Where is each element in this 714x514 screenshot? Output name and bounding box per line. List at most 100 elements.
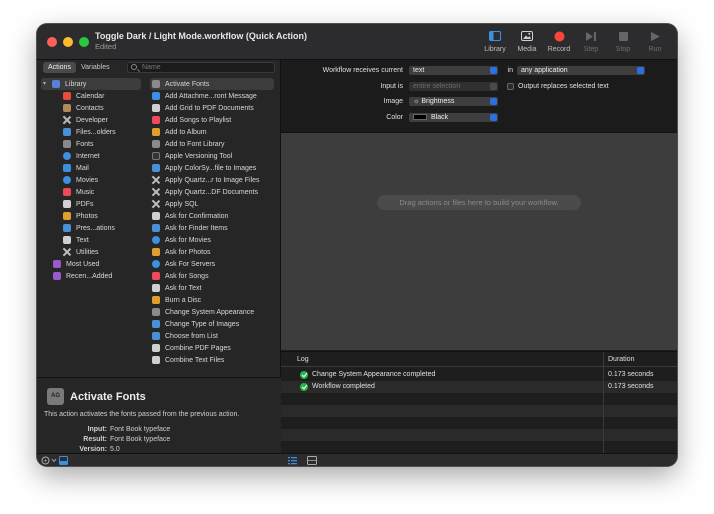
- tab-variables[interactable]: Variables: [76, 62, 115, 73]
- action-item[interactable]: Ask for Finder Items: [150, 222, 274, 234]
- stop-label: Stop: [615, 46, 631, 53]
- action-item[interactable]: Apply SQL: [150, 198, 274, 210]
- action-item[interactable]: Add Grid to PDF Documents: [150, 102, 274, 114]
- action-label: Ask for Text: [165, 284, 202, 292]
- step-button[interactable]: Step: [575, 29, 607, 53]
- action-item[interactable]: Add to Album: [150, 126, 274, 138]
- automator-window: Toggle Dark / Light Mode.workflow (Quick…: [37, 24, 677, 466]
- category-photos[interactable]: Photos: [63, 210, 98, 222]
- action-item[interactable]: Apply Quartz...r to Image Files: [150, 174, 274, 186]
- category-internet[interactable]: Internet: [63, 150, 100, 162]
- receives-popup[interactable]: text: [409, 66, 498, 75]
- category-mail[interactable]: Mail: [63, 162, 89, 174]
- action-item[interactable]: Ask for Movies: [150, 234, 274, 246]
- action-item[interactable]: Ask for Text: [150, 282, 274, 294]
- duration-column-header[interactable]: Duration: [608, 356, 634, 363]
- image-popup[interactable]: ☼ Brightness: [409, 97, 498, 106]
- category-fonts[interactable]: Fonts: [63, 138, 94, 150]
- action-item[interactable]: Ask for Photos: [150, 246, 274, 258]
- system-preferences-icon: [152, 308, 160, 316]
- category-pdfs[interactable]: PDFs: [63, 198, 94, 210]
- action-item[interactable]: Combine Text Files: [150, 354, 274, 366]
- run-button[interactable]: Run: [639, 29, 671, 53]
- action-label: Combine Text Files: [165, 356, 225, 364]
- category-files-folders[interactable]: Files...olders: [63, 126, 116, 138]
- output-replaces-label: Output replaces selected text: [518, 83, 609, 90]
- minimize-button[interactable]: [63, 37, 73, 47]
- version-label: Version:: [79, 446, 107, 453]
- category-contacts[interactable]: Contacts: [63, 102, 104, 114]
- gear-menu-icon[interactable]: [41, 456, 59, 465]
- log-row[interactable]: Workflow completed 0.173 seconds: [281, 381, 677, 393]
- log-row[interactable]: Change System Appearance completed 0.173…: [281, 369, 677, 381]
- category-most-used[interactable]: Most Used: [53, 258, 99, 270]
- action-label: Ask for Songs: [165, 272, 209, 280]
- category-music[interactable]: Music: [63, 186, 94, 198]
- bottom-bar: [37, 453, 677, 466]
- disc-icon: [152, 296, 160, 304]
- library-icon: [52, 80, 60, 88]
- action-item[interactable]: Choose from List: [150, 330, 274, 342]
- action-label: Change Type of Images: [165, 320, 240, 328]
- search-input[interactable]: Name: [127, 62, 275, 73]
- media-button[interactable]: Media: [511, 29, 543, 53]
- category-library[interactable]: ▾ Library: [41, 78, 141, 90]
- list-view-icon[interactable]: [288, 456, 297, 465]
- action-item[interactable]: Apple Versioning Tool: [150, 150, 274, 162]
- action-item[interactable]: Ask for Confirmation: [150, 210, 274, 222]
- category-text[interactable]: Text: [63, 234, 89, 246]
- drop-hint: Drag actions or files here to build your…: [377, 195, 581, 210]
- log-row-empty: [281, 417, 677, 429]
- action-item[interactable]: Change System Appearance: [150, 306, 274, 318]
- action-item[interactable]: Activate Fonts: [150, 78, 274, 90]
- globe-icon: [63, 152, 71, 160]
- action-item[interactable]: Ask for Songs: [150, 270, 274, 282]
- log-row-empty: [281, 429, 677, 441]
- action-item[interactable]: Add Songs to Playlist: [150, 114, 274, 126]
- text-icon: [63, 236, 71, 244]
- action-item[interactable]: Add Attachme...ront Message: [150, 90, 274, 102]
- zoom-button[interactable]: [79, 37, 89, 47]
- text-icon: [152, 284, 160, 292]
- pdf-icon: [152, 344, 160, 352]
- smart-folder-icon: [53, 272, 61, 280]
- application-popup[interactable]: any application: [517, 66, 645, 75]
- log-column-header[interactable]: Log: [297, 356, 309, 363]
- photo-icon: [511, 29, 543, 43]
- action-item[interactable]: Apply ColorSy...file to Images: [150, 162, 274, 174]
- output-replaces-checkbox[interactable]: [507, 83, 514, 90]
- library-button[interactable]: Library: [479, 29, 511, 53]
- action-item[interactable]: Add to Font Library: [150, 138, 274, 150]
- category-recently-added[interactable]: Recen...Added: [53, 270, 112, 282]
- category-calendar[interactable]: Calendar: [63, 90, 104, 102]
- action-item[interactable]: Change Type of Images: [150, 318, 274, 330]
- text-icon: [152, 356, 160, 364]
- action-item[interactable]: Ask For Servers: [150, 258, 274, 270]
- stop-button[interactable]: Stop: [607, 29, 639, 53]
- category-utilities[interactable]: Utilities: [63, 246, 99, 258]
- category-label: Library: [65, 80, 87, 88]
- category-label: Internet: [76, 152, 100, 160]
- category-presentations[interactable]: Pres...ations: [63, 222, 115, 234]
- description-toggle-icon[interactable]: [59, 456, 68, 465]
- tab-actions[interactable]: Actions: [43, 62, 76, 73]
- variables-view-icon[interactable]: [307, 456, 317, 465]
- action-item[interactable]: Combine PDF Pages: [150, 342, 274, 354]
- description-title: Activate Fonts: [70, 391, 146, 403]
- log-row-empty: [281, 405, 677, 417]
- input-value: Font Book typeface: [110, 426, 171, 433]
- movies-icon: [152, 236, 160, 244]
- search-icon: [131, 64, 137, 70]
- action-label: Ask for Finder Items: [165, 224, 228, 232]
- category-developer[interactable]: Developer: [63, 114, 108, 126]
- workflow-canvas[interactable]: Drag actions or files here to build your…: [281, 133, 677, 350]
- input-is-popup[interactable]: entire selection: [409, 82, 498, 91]
- action-item[interactable]: Apply Quartz...DF Documents: [150, 186, 274, 198]
- in-label: in: [507, 67, 513, 74]
- mail-icon: [63, 164, 71, 172]
- close-button[interactable]: [47, 37, 57, 47]
- color-popup[interactable]: Black: [409, 113, 498, 122]
- record-button[interactable]: Record: [543, 29, 575, 53]
- action-item[interactable]: Burn a Disc: [150, 294, 274, 306]
- category-movies[interactable]: Movies: [63, 174, 98, 186]
